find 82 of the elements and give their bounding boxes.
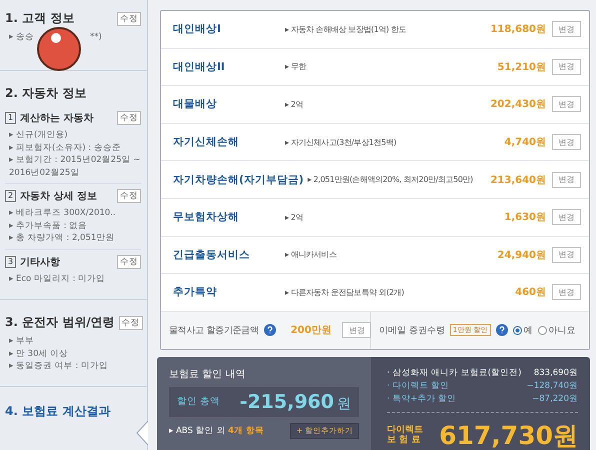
coverage-detail: ▸ 다른자동차 운전담보특약 외(2개) bbox=[285, 286, 405, 298]
info-item: ▸ 피보험자(소유자) : 송승준 bbox=[8, 142, 122, 154]
coverage-detail: ▸ 자기신체사고(3천/부상1천5백) bbox=[285, 136, 398, 148]
section-title: 3. 운전자 범위/연령 bbox=[5, 314, 115, 331]
change-button[interactable]: 변경 bbox=[552, 21, 581, 38]
premium-amount: 118,680원 bbox=[490, 23, 546, 36]
change-button[interactable]: 변경 bbox=[552, 284, 581, 300]
edit-button[interactable]: 수정 bbox=[117, 254, 141, 268]
coverage-name: 무보험차상해 bbox=[173, 210, 240, 224]
line-value: 833,690원 bbox=[534, 366, 578, 380]
change-button[interactable]: 변경 bbox=[552, 246, 581, 263]
number-badge: 2 bbox=[5, 190, 16, 202]
coverage-name: 대인배상II bbox=[173, 60, 226, 74]
option-label: 이메일 증권수령 bbox=[379, 324, 445, 337]
info-item: ▸ 동일증권 여부 : 미가입 bbox=[8, 360, 109, 372]
info-item: ▸ Eco 마일리지 : 미가입 bbox=[8, 272, 106, 285]
premium-amount: 1,630원 bbox=[504, 211, 546, 224]
premium-amount: 24,940원 bbox=[497, 248, 546, 262]
radio-option[interactable]: 아니요 bbox=[538, 324, 576, 337]
info-item: ▸ 추가부속품 : 없음 bbox=[8, 220, 88, 232]
subsection-title: 자동차 상세 정보 bbox=[20, 190, 98, 203]
section-title: 4. 보험료 계산결과 bbox=[5, 403, 110, 420]
coverage-name: 긴급출동서비스 bbox=[173, 248, 251, 262]
threshold-amount: 200만원 bbox=[290, 324, 332, 338]
change-button[interactable]: 변경 bbox=[342, 322, 372, 338]
change-button[interactable]: 변경 bbox=[552, 209, 581, 226]
option-label: 물적사고 할증기준금액 bbox=[169, 324, 259, 337]
change-button[interactable]: 변경 bbox=[552, 172, 581, 188]
help-icon[interactable] bbox=[264, 324, 276, 336]
edit-button[interactable]: 수정 bbox=[118, 316, 143, 330]
section-title: 1. 고객 정보 bbox=[5, 10, 76, 27]
abs-text: ▸ ABS 할인 외 4개 항목 bbox=[169, 424, 264, 437]
line-label: · 특약+추가 할인 bbox=[387, 392, 456, 406]
radio-option[interactable]: 예 bbox=[512, 324, 533, 337]
edit-button[interactable]: 수정 bbox=[117, 111, 141, 125]
coverage-detail: ▸ 2억 bbox=[285, 212, 304, 223]
subsection-title: 기타사항 bbox=[20, 256, 61, 268]
info-item: ▸ 만 30세 이상 bbox=[8, 348, 70, 360]
line-label: · 다이렉트 할인 bbox=[387, 380, 450, 393]
final-label: 다이렉트 bbox=[387, 425, 423, 436]
summary-title: 보험료 할인 내역 bbox=[169, 368, 246, 381]
coverage-detail: ▸ 2억 bbox=[285, 98, 304, 110]
subsection-title: 계산하는 자동차 bbox=[20, 112, 94, 125]
change-button[interactable]: 변경 bbox=[552, 134, 581, 150]
info-item: ▸ 신규(개인용) bbox=[8, 129, 69, 142]
info-item: ▸ 부부 bbox=[8, 335, 35, 348]
section-title: 2. 자동차 정보 bbox=[5, 85, 88, 102]
coverage-name: 자기신체손해 bbox=[173, 135, 240, 150]
premium-amount: 4,740원 bbox=[504, 136, 546, 150]
line-value: −87,220원 bbox=[532, 392, 578, 406]
coverage-detail: ▸ 애니카서비스 bbox=[285, 249, 338, 260]
coverage-detail: ▸ 2,051만원(손해액의20%, 최저20만/최고50만) bbox=[308, 174, 474, 186]
marker-dot bbox=[37, 27, 81, 71]
line-label: · 삼성화재 애니카 보험료(할인전) bbox=[387, 366, 522, 380]
customer-id: **) bbox=[90, 31, 102, 44]
coverage-detail: ▸ 자동차 손해배상 보장법(1억) 한도 bbox=[285, 24, 408, 35]
edit-button[interactable]: 수정 bbox=[117, 189, 141, 203]
info-item: ▸ 총 차량가액 : 2,051만원 bbox=[8, 232, 116, 244]
line-value: −128,740원 bbox=[526, 380, 578, 393]
coverage-name: 추가특약 bbox=[173, 285, 218, 300]
discount-total: -215,960 원 bbox=[240, 390, 351, 413]
number-badge: 3 bbox=[5, 256, 16, 268]
final-premium: 617,730원 bbox=[439, 420, 578, 450]
total-label: 할인 총액 bbox=[177, 395, 220, 408]
info-item: ▸ 보험기간 : 2015년02월25일 ~ 2016년02월25일 bbox=[8, 154, 141, 179]
help-icon[interactable] bbox=[496, 324, 508, 336]
premium-amount: 202,430원 bbox=[490, 98, 546, 112]
final-label: 보 험 료 bbox=[387, 435, 422, 446]
coverage-name: 대인배상I bbox=[173, 22, 222, 36]
customer-name: ▸ 송승 bbox=[9, 31, 34, 44]
coverage-name: 자기차량손해(자기부담금) bbox=[173, 172, 304, 187]
change-button[interactable]: 변경 bbox=[552, 58, 581, 75]
info-item: ▸ 베라크루즈 300X/2010.. bbox=[8, 207, 117, 220]
premium-amount: 460원 bbox=[515, 286, 546, 300]
premium-amount: 213,640원 bbox=[490, 174, 546, 187]
edit-button[interactable]: 수정 bbox=[117, 12, 141, 26]
change-button[interactable]: 변경 bbox=[552, 96, 581, 112]
number-badge: 1 bbox=[5, 112, 16, 124]
coverage-name: 대물배상 bbox=[173, 97, 218, 112]
premium-amount: 51,210원 bbox=[497, 60, 546, 74]
coverage-detail: ▸ 무한 bbox=[285, 61, 308, 72]
pointer-icon bbox=[136, 421, 148, 445]
